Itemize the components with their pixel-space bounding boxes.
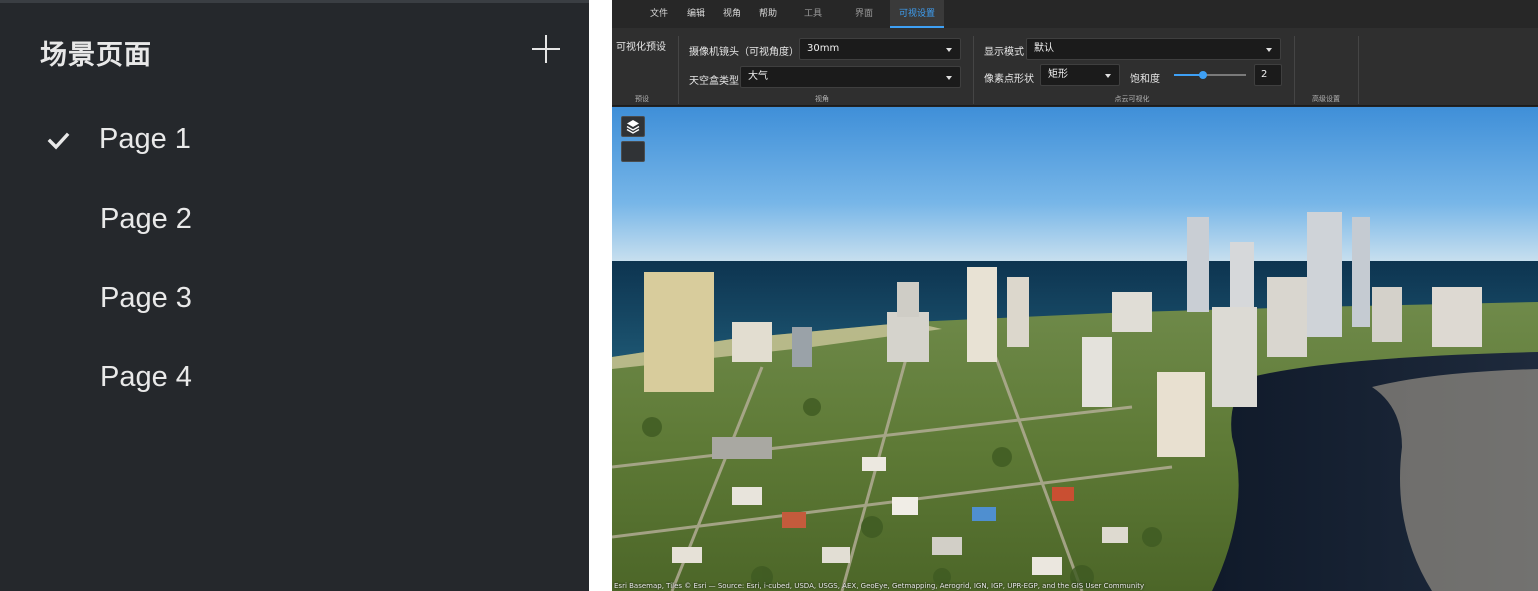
tab-tools[interactable]: 工具 (797, 0, 829, 28)
camera-lens-value: 30mm (807, 43, 840, 54)
page-item-1[interactable]: Page 1 (0, 111, 589, 171)
viewport-tool-button[interactable] (621, 141, 645, 162)
city-scene-render (612, 107, 1538, 591)
page-item-4[interactable]: Page 4 (0, 349, 589, 409)
display-mode-select[interactable]: 默认 (1026, 38, 1281, 60)
menu-bar: 文件 编辑 视角 帮助 工具 界面 可视设置 (612, 0, 1538, 28)
chevron-down-icon (1105, 74, 1111, 78)
tab-visual-settings[interactable]: 可视设置 (890, 0, 944, 28)
layers-button[interactable] (621, 116, 645, 137)
page-item-label: Page 2 (100, 203, 192, 235)
menu-file[interactable]: 文件 (644, 0, 674, 28)
group-label-advanced: 高级设置 (1312, 95, 1340, 103)
saturation-slider-handle[interactable] (1198, 71, 1207, 79)
saturation-input[interactable]: 2 (1254, 64, 1282, 86)
group-label-view: 视角 (815, 95, 829, 103)
chevron-down-icon (946, 76, 952, 80)
tab-interface[interactable]: 界面 (848, 0, 880, 28)
visualization-preset-button[interactable]: 可视化预设 (616, 38, 666, 53)
page-item-3[interactable]: Page 3 (0, 270, 589, 330)
pixel-shape-select[interactable]: 矩形 (1040, 64, 1120, 86)
display-mode-label: 显示模式 (984, 47, 1024, 58)
page-item-2[interactable]: Page 2 (0, 191, 589, 251)
ribbon-toolbar: 可视化预设 预设 摄像机镜头（可视角度） 30mm 天空盒类型 大气 视角 显示… (612, 28, 1538, 106)
menu-help[interactable]: 帮助 (753, 0, 783, 28)
map-attribution: Esri Basemap, Tiles © Esri — Source: Esr… (614, 582, 1145, 590)
ribbon-divider (678, 36, 679, 104)
pixel-shape-value: 矩形 (1048, 69, 1068, 80)
display-mode-value: 默认 (1034, 43, 1054, 54)
menu-view[interactable]: 视角 (717, 0, 747, 28)
check-icon (46, 129, 72, 153)
skybox-type-select[interactable]: 大气 (740, 66, 961, 88)
group-label-pointcloud: 点云可视化 (1114, 95, 1150, 103)
3d-scene-viewport[interactable]: Esri Basemap, Tiles © Esri — Source: Esr… (612, 107, 1538, 591)
scene-editor-window: 文件 编辑 视角 帮助 工具 界面 可视设置 可视化预设 预设 摄像机镜头（可视… (612, 0, 1538, 591)
group-label-preset: 预设 (635, 95, 649, 103)
ribbon-divider (973, 36, 974, 104)
ribbon-divider (1294, 36, 1295, 104)
pixel-shape-label: 像素点形状 (984, 74, 1034, 85)
skybox-type-value: 大气 (748, 71, 768, 82)
scene-pages-panel: 场景页面 Page 1 Page 2 Page 3 Page 4 (0, 0, 589, 591)
panel-title: 场景页面 (40, 40, 152, 71)
ribbon-divider (1358, 36, 1359, 104)
add-page-button[interactable] (528, 31, 564, 67)
menu-edit[interactable]: 编辑 (681, 0, 711, 28)
camera-lens-label: 摄像机镜头（可视角度） (689, 47, 799, 58)
sky (612, 107, 1538, 267)
skybox-type-label: 天空盒类型 (689, 76, 739, 87)
page-item-label: Page 3 (100, 282, 192, 314)
page-item-label: Page 4 (100, 361, 192, 393)
camera-lens-select[interactable]: 30mm (799, 38, 961, 60)
layers-icon (626, 120, 640, 134)
chevron-down-icon (946, 48, 952, 52)
saturation-label: 饱和度 (1130, 74, 1160, 85)
page-item-label: Page 1 (99, 123, 191, 155)
saturation-slider[interactable] (1174, 71, 1246, 79)
chevron-down-icon (1266, 48, 1272, 52)
